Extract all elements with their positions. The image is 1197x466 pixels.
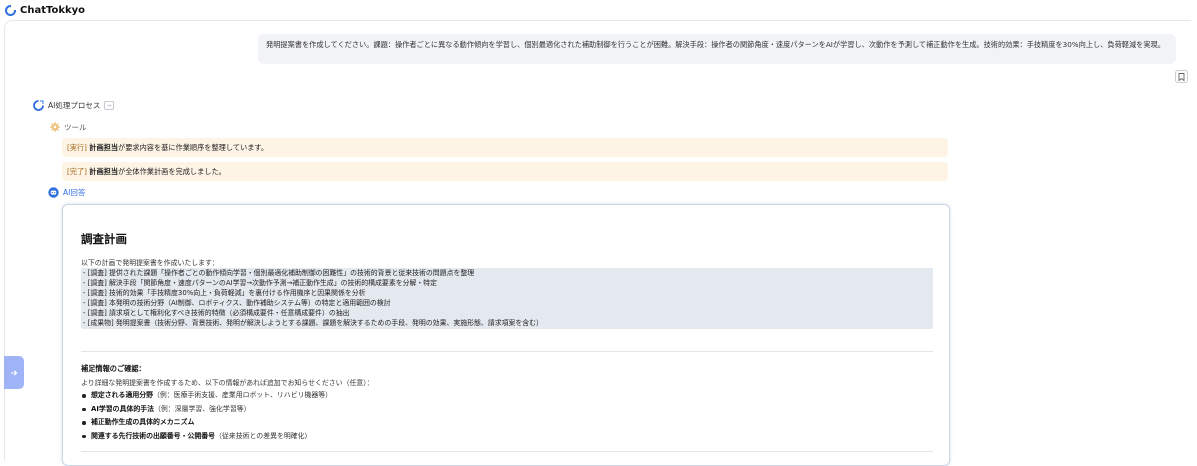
answer-intro: 以下の計画で発明提案書を作成いたします： (81, 259, 219, 267)
list-item: 想定される適用分野（例：医療手術支援、産業用ロボット、リハビリ機器等） (81, 389, 332, 403)
gear-icon (50, 122, 60, 132)
plan-line: - [成果物] 発明提案書（技術分野、背景技術、発明が解決しようとする課題、課題… (83, 319, 543, 328)
log-tag: [完了] (67, 167, 87, 176)
list-item: 補正動作生成の具体的メカニズム (81, 416, 332, 430)
tool-header: ツール (50, 121, 87, 133)
collapse-button[interactable]: − (104, 100, 115, 110)
log-actor: 計画担当 (89, 143, 119, 152)
divider (81, 351, 933, 352)
plan-line: - [調査] 提供された課題「操作者ごとの動作傾向学習・個別最適化補助制御の困難… (83, 269, 475, 277)
ai-process-header: AI処理プロセス − (33, 98, 115, 112)
log-text: が全体作業計画を完成しました。 (118, 167, 226, 176)
supplement-description: より詳細な発明提案書を作成するため、以下の情報があれば追加でお知らせください（任… (81, 379, 374, 387)
ai-process-label: AI処理プロセス (48, 100, 101, 110)
list-item: AI学習の具体的手法（例：深層学習、強化学習等） (81, 403, 332, 417)
supplement-title: 補足情報のご確認： (81, 364, 146, 373)
plan-line: - [調査] 本発明の技術分野（AI制御、ロボティクス、動作補助システム等）の特… (83, 299, 391, 308)
tool-label: ツール (64, 122, 87, 132)
answer-heading: 調査計画 (81, 232, 127, 246)
top-bar: ChatTokkyo (0, 0, 1197, 20)
log-tag: [実行] (67, 143, 87, 152)
plan-line: - [調査] 請求項として権利化すべき技術的特徴（必須構成要件・任意構成要件）の… (83, 309, 350, 318)
ai-process-icon (33, 99, 44, 111)
plan-code-block: - [調査] 提供された課題「操作者ごとの動作傾向学習・個別最適化補助制御の困難… (81, 268, 933, 329)
chattokkyo-logo-icon (5, 4, 16, 16)
log-actor: 計画担当 (89, 167, 119, 176)
log-text: が要求内容を基に作業順序を整理しています。 (118, 143, 269, 152)
list-item: 関連する先行技術の出願番号・公開番号（従来技術との差異を明確化） (81, 430, 332, 444)
app-title: ChatTokkyo (20, 4, 86, 16)
robot-icon (48, 187, 59, 198)
tool-log-entry: [実行] 計画担当が要求内容を基に作業順序を整理しています。 (62, 138, 948, 157)
ai-answer-label: AI回答 (63, 188, 86, 197)
divider (81, 451, 933, 452)
plan-line: - [調査] 解決手段「関節角度・速度パターンのAI学習→次動作予測→補正動作生… (83, 279, 438, 288)
bookmark-button[interactable] (1175, 70, 1188, 83)
supplement-list: 想定される適用分野（例：医療手術支援、産業用ロボット、リハビリ機器等） AI学習… (81, 389, 332, 443)
arrow-right-icon (11, 369, 18, 376)
ai-answer-card: 調査計画 以下の計画で発明提案書を作成いたします： - [調査] 提供された課題… (62, 204, 950, 466)
tool-log-entry: [完了] 計画担当が全体作業計画を完成しました。 (62, 162, 948, 181)
ai-answer-header: AI回答 (48, 186, 85, 199)
sidebar-toggle-button[interactable] (4, 356, 24, 389)
user-message-bubble: 発明提案書を作成してください。課題：操作者ごとに異なる動作傾向を学習し、個別最適… (258, 34, 1176, 64)
bookmark-icon (1178, 72, 1185, 81)
plan-line: - [調査] 技術的効果「手技精度30%向上・負荷軽減」を裏付ける作用機序と因果… (83, 289, 366, 298)
